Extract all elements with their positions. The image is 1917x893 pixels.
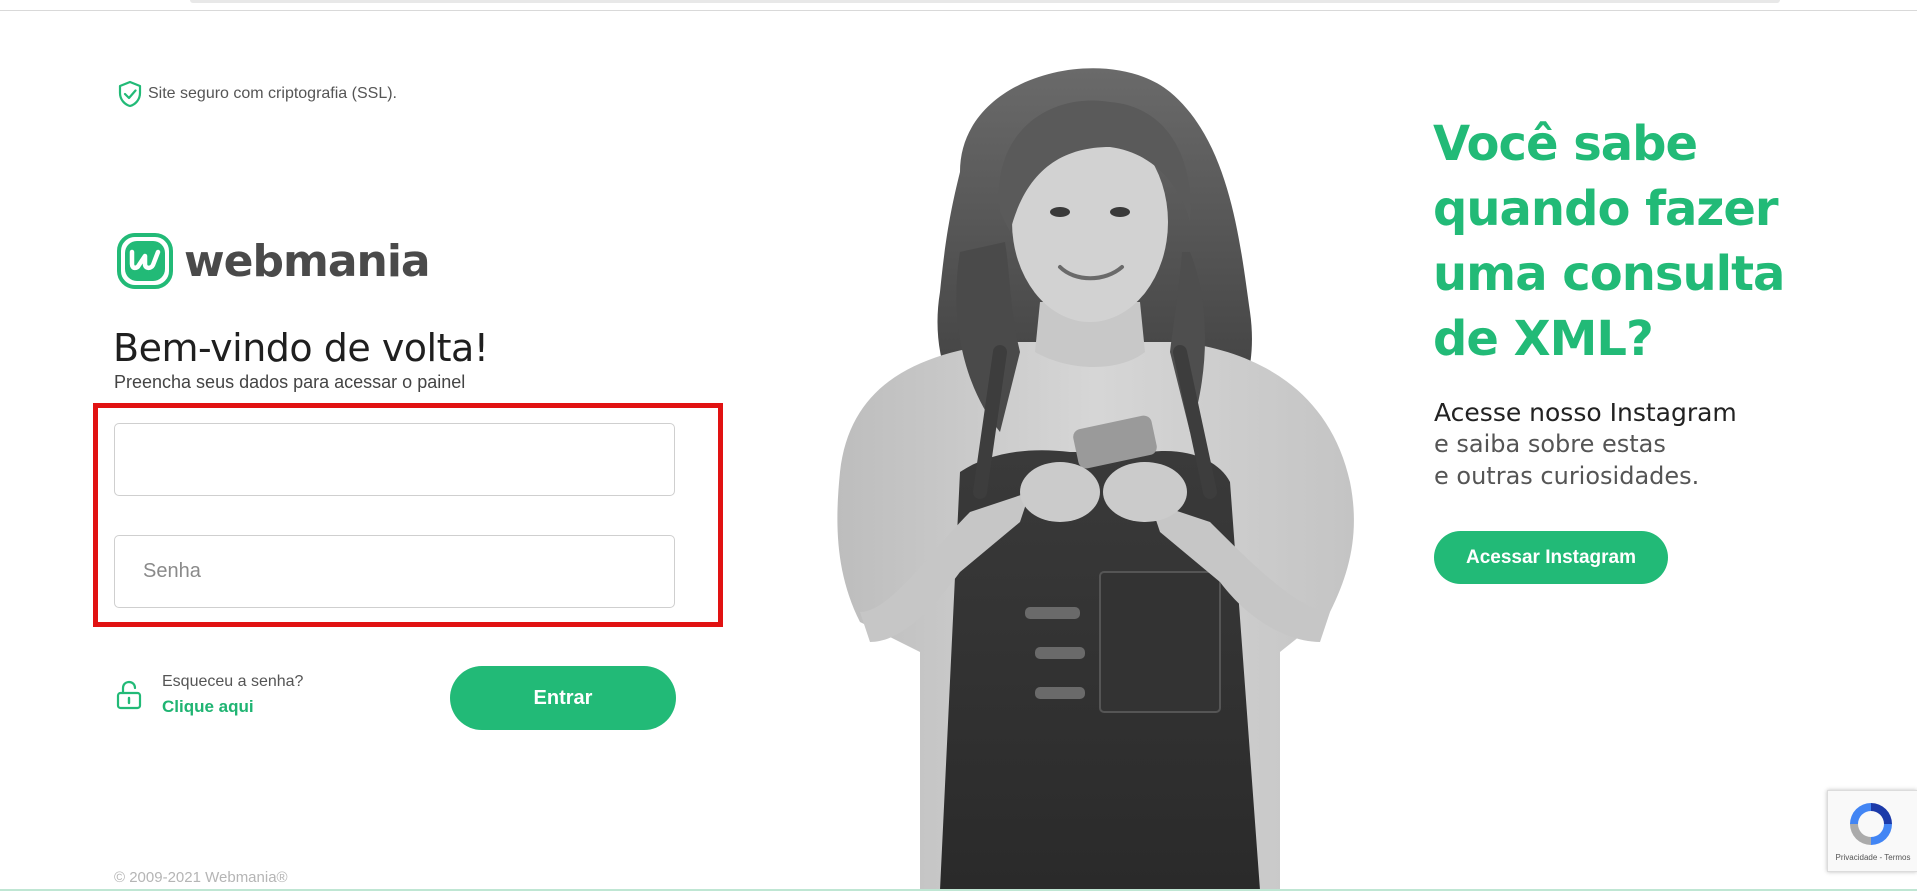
unlock-icon [116, 680, 142, 710]
ssl-notice-text: Site seguro com criptografia (SSL). [148, 85, 397, 102]
shield-check-icon [118, 80, 142, 108]
woman-with-phone-photo [837, 68, 1354, 890]
forgot-question: Esqueceu a senha? [162, 673, 304, 690]
login-page: Site seguro com criptografia (SSL). webm… [0, 0, 1917, 893]
copyright: © 2009-2021 Webmania® [114, 869, 288, 886]
bottom-divider [0, 889, 1917, 891]
forgot-password: Esqueceu a senha? Clique aqui [116, 673, 303, 717]
webmania-logo-icon [117, 233, 173, 289]
recaptcha-text: Privacidade - Termos [1835, 853, 1911, 862]
recaptcha-badge[interactable]: Privacidade - Termos [1827, 790, 1917, 872]
forgot-password-link[interactable]: Clique aqui [162, 697, 303, 717]
top-divider [0, 10, 1917, 11]
welcome-subtitle: Preencha seus dados para acessar o paine… [114, 372, 466, 392]
promo-line-2: e outras curiosidades. [1434, 462, 1700, 490]
login-button[interactable]: Entrar [450, 666, 676, 730]
instagram-button[interactable]: Acessar Instagram [1434, 531, 1668, 584]
logo-text: webmania [184, 235, 431, 287]
promo-line-1: e saiba sobre estas [1434, 430, 1666, 458]
promo-lead: Acesse nosso Instagram [1434, 398, 1737, 427]
password-input[interactable] [114, 535, 675, 608]
promo-title: Você sabe quando fazer uma consulta de X… [1433, 116, 1785, 367]
recaptcha-icon [1850, 803, 1892, 845]
welcome-heading: Bem-vindo de volta! [113, 326, 489, 370]
webmania-logo: webmania [116, 232, 431, 290]
user-input[interactable] [114, 423, 675, 496]
ssl-notice: Site seguro com criptografia (SSL). [116, 80, 397, 108]
browser-address-bar [190, 0, 1780, 3]
